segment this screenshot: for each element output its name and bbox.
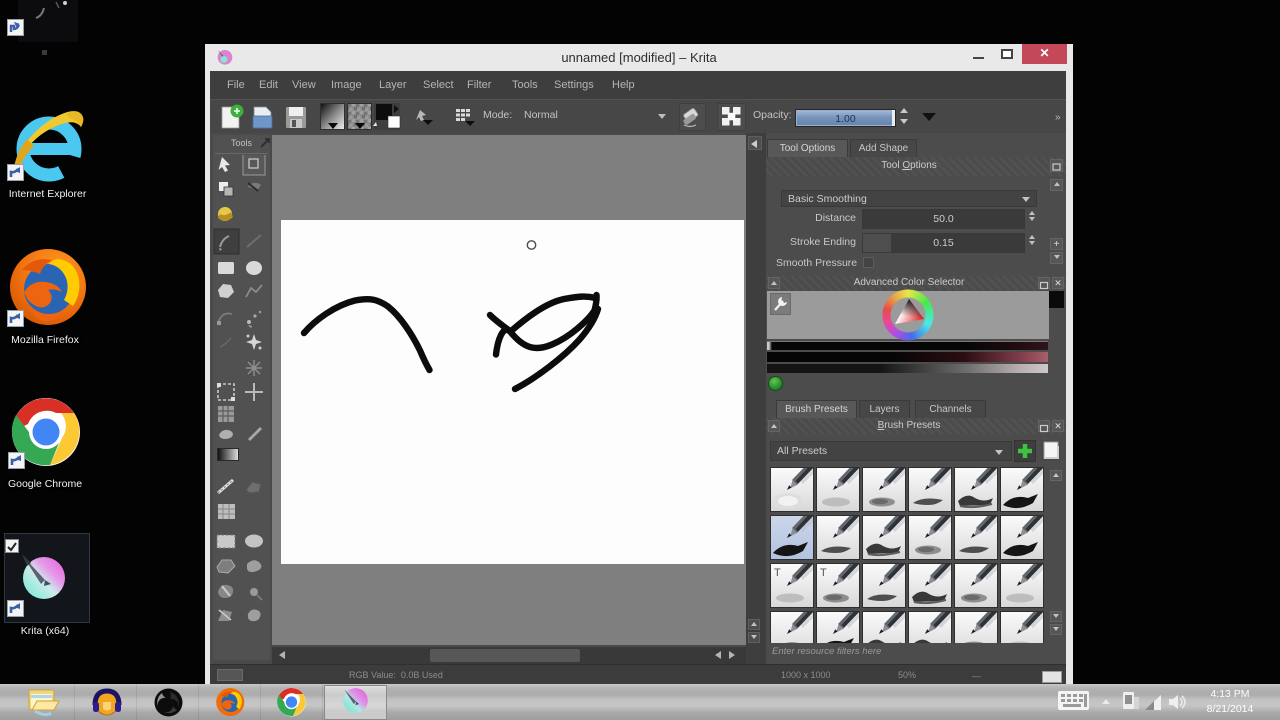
svg-text:T: T (774, 567, 781, 579)
svg-text:T: T (820, 567, 827, 579)
